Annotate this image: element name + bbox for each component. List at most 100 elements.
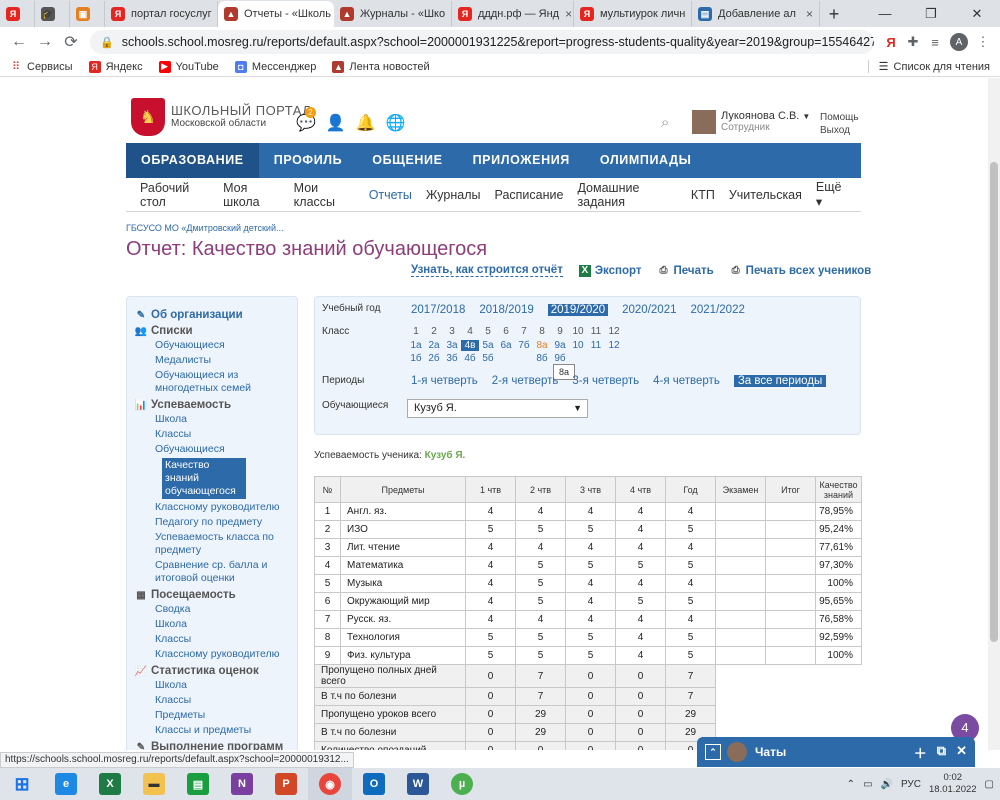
bookmark-youtube[interactable]: ▶ YouTube <box>158 60 219 73</box>
period-option[interactable]: 1-я четверть <box>411 375 478 387</box>
sub-nav-item[interactable]: Рабочий стол <box>140 181 209 209</box>
sidebar-link-selected[interactable]: Качество знаний обучающегося <box>162 458 246 499</box>
year-option[interactable]: 2019/2020 <box>547 304 609 316</box>
sidebar-section[interactable]: ▦ Посещаемость <box>135 589 297 601</box>
browser-tab[interactable]: 🎓 <box>35 1 70 27</box>
sidebar-link[interactable]: Школа <box>155 413 297 426</box>
chrome-icon[interactable]: ◉ <box>308 768 352 800</box>
bookmark-news[interactable]: ▲ Лента новостей <box>332 60 430 73</box>
main-nav-item[interactable]: ОБЩЕНИЕ <box>357 143 457 178</box>
sidebar-link[interactable]: Классному руководителю <box>155 648 297 661</box>
close-tab-icon[interactable]: × <box>685 7 691 21</box>
forward-icon[interactable]: → <box>32 33 58 51</box>
store-icon[interactable]: ▤ <box>176 768 220 800</box>
close-window-icon[interactable]: ✕ <box>954 0 1000 27</box>
sidebar-link[interactable]: Сводка <box>155 603 297 616</box>
reading-list-link[interactable]: ☰ Список для чтения <box>867 60 990 73</box>
address-bar[interactable]: 🔒 schools.school.mosreg.ru/reports/defau… <box>90 30 874 54</box>
new-tab-icon[interactable]: + <box>820 1 848 27</box>
print-button[interactable]: ⎙ Печать <box>658 265 714 277</box>
class-option[interactable]: 3б <box>443 353 461 364</box>
globe-icon[interactable]: 🌐 <box>386 113 406 133</box>
class-option[interactable]: 11 <box>587 340 605 351</box>
onenote-icon[interactable]: N <box>220 768 264 800</box>
class-option[interactable]: 2б <box>425 353 443 364</box>
sidebar-section[interactable]: 📊 Успеваемость <box>135 399 297 411</box>
user-menu[interactable]: Лукоянова С.В. ▼ Сотрудник <box>692 110 810 134</box>
folder-icon[interactable]: ▬ <box>132 768 176 800</box>
sidebar-section[interactable]: 📈 Статистика оценок <box>135 665 297 677</box>
excel-icon[interactable]: X <box>88 768 132 800</box>
minimize-icon[interactable]: — <box>862 0 908 27</box>
sub-nav-item[interactable]: Домашние задания <box>577 181 676 209</box>
year-option[interactable]: 2020/2021 <box>622 304 676 316</box>
popout-icon[interactable]: ⧉ <box>937 743 946 762</box>
sub-nav-item[interactable]: Отчеты <box>369 188 412 202</box>
main-nav-item[interactable]: ОЛИМПИАДЫ <box>585 143 707 178</box>
maximize-icon[interactable]: ❐ <box>908 0 954 27</box>
bookmark-yandex[interactable]: Я Яндекс <box>88 60 143 73</box>
messages-icon[interactable]: 💬 2 <box>296 107 316 133</box>
sub-nav-item[interactable]: КТП <box>691 188 715 202</box>
sidebar-link[interactable]: Обучающиеся <box>155 443 297 456</box>
class-option[interactable]: 5а <box>479 340 497 351</box>
sidebar-link[interactable]: Классы <box>155 633 297 646</box>
sidebar-link[interactable]: Обучающиеся из многодетных семей <box>155 369 297 395</box>
profile-avatar[interactable]: A <box>950 33 968 51</box>
close-icon[interactable]: ✕ <box>956 743 967 762</box>
class-option[interactable]: 3а <box>443 340 461 351</box>
class-option[interactable]: 9б <box>551 353 569 364</box>
main-nav-item[interactable]: ПРИЛОЖЕНИЯ <box>458 143 585 178</box>
close-tab-icon[interactable]: × <box>559 7 572 21</box>
class-option[interactable]: 7б <box>515 340 533 351</box>
logout-link[interactable]: Выход <box>820 124 859 137</box>
sidebar-link[interactable]: Классы <box>155 694 297 707</box>
period-option[interactable]: 3-я четверть <box>572 375 639 387</box>
page-scrollbar[interactable] <box>988 78 1000 750</box>
chevron-up-icon[interactable]: ⌃ <box>847 779 855 790</box>
volume-icon[interactable]: 🔊 <box>881 779 893 790</box>
sidebar-link[interactable]: Обучающиеся <box>155 339 297 352</box>
sidebar-link[interactable]: Классы <box>155 428 297 441</box>
class-option[interactable]: 10 <box>569 340 587 351</box>
class-option[interactable]: 1б <box>407 353 425 364</box>
outlook-icon[interactable]: O <box>352 768 396 800</box>
sub-nav-item[interactable]: Моя школа <box>223 181 280 209</box>
student-select[interactable]: Кузуб Я. ▼ <box>407 399 588 418</box>
sidebar-link[interactable]: Школа <box>155 618 297 631</box>
plus-icon[interactable]: ＋ <box>914 743 927 762</box>
word-icon[interactable]: W <box>396 768 440 800</box>
browser-tab[interactable]: ▤ Добавление ал × <box>692 1 820 27</box>
clock[interactable]: 0:02 18.01.2022 <box>929 772 977 796</box>
browser-tab[interactable]: Ядддн.рф — Янд × <box>452 1 574 27</box>
bell-icon[interactable]: 🔔 <box>356 113 376 133</box>
sub-nav-item[interactable]: Расписание <box>495 188 564 202</box>
sidebar-section[interactable]: ✎ Выполнение программ <box>135 741 297 750</box>
class-option[interactable]: 8б <box>533 353 551 364</box>
period-option[interactable]: 4-я четверть <box>653 375 720 387</box>
portal-logo[interactable]: ♞ ШКОЛЬНЫЙ ПОРТАЛ Московской области <box>131 98 311 136</box>
sidebar-link[interactable]: Медалисты <box>155 354 297 367</box>
powerpoint-icon[interactable]: P <box>264 768 308 800</box>
main-nav-item[interactable]: ОБРАЗОВАНИЕ <box>126 143 259 178</box>
bookmark-messenger[interactable]: ◘ Мессенджер <box>234 60 316 73</box>
sidebar-link[interactable]: Школа <box>155 679 297 692</box>
sidebar-link[interactable]: Успеваемость класса по предмету <box>155 531 297 557</box>
chats-widget[interactable]: ⌃ Чаты ＋ ⧉ ✕ <box>697 737 975 767</box>
back-icon[interactable]: ← <box>6 33 32 51</box>
close-tab-icon[interactable]: × <box>445 7 451 21</box>
sub-nav-item[interactable]: Журналы <box>426 188 481 202</box>
browser-tab[interactable]: Я <box>0 1 35 27</box>
class-option[interactable]: 6а <box>497 340 515 351</box>
bookmark-services[interactable]: ⠿ Сервисы <box>10 61 73 74</box>
class-option[interactable]: 5б <box>479 353 497 364</box>
scrollbar-thumb[interactable] <box>990 162 998 642</box>
period-option[interactable]: За все периоды <box>733 375 827 387</box>
sidebar-link[interactable]: Классному руководителю <box>155 501 297 514</box>
network-icon[interactable]: ▭ <box>863 779 872 790</box>
language-indicator[interactable]: РУС <box>901 779 921 790</box>
period-option[interactable]: 2-я четверть <box>492 375 559 387</box>
class-option[interactable]: 4в <box>461 340 479 351</box>
year-option[interactable]: 2021/2022 <box>691 304 745 316</box>
utorrent-icon[interactable]: µ <box>440 768 484 800</box>
